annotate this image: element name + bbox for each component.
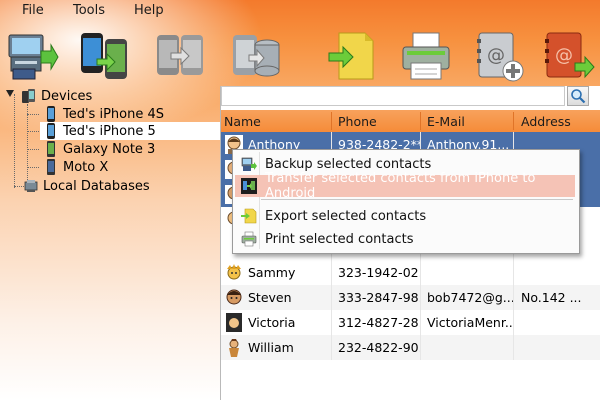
android-phone-icon: [47, 141, 55, 157]
menu-item-transfer-iphone-to-android[interactable]: Transfer selected contacts from iPhone t…: [235, 171, 575, 201]
menu-bar: File Tools Help: [0, 0, 600, 22]
tree-item-label: Galaxy Note 3: [63, 141, 156, 157]
menu-item-label: Export selected contacts: [265, 208, 427, 224]
contact-phone: 232-4822-90...: [338, 340, 420, 355]
column-header-phone[interactable]: Phone: [338, 114, 377, 129]
export-button[interactable]: [324, 28, 380, 84]
search-icon: [571, 89, 586, 104]
print-icon: [241, 231, 257, 247]
tree-item-teds-iphone-5[interactable]: Ted's iPhone 5: [40, 122, 224, 140]
device-tree: Devices Ted's iPhone 4S Ted's iPhone 5 G…: [0, 86, 224, 400]
column-header-name[interactable]: Name: [224, 114, 261, 129]
menu-item-print-selected-contacts[interactable]: Print selected contacts: [235, 228, 575, 250]
iphone-icon: [47, 106, 55, 122]
contact-name: Steven: [248, 290, 292, 305]
tree-item-moto-x[interactable]: Moto X: [44, 158, 108, 176]
column-divider[interactable]: [513, 112, 514, 130]
menu-tools[interactable]: Tools: [73, 3, 105, 18]
contact-avatar-icon: [229, 339, 239, 357]
table-row[interactable]: William 232-4822-90...: [221, 335, 600, 360]
transfer-icon: [241, 178, 257, 194]
print-icon: [402, 32, 450, 80]
add-contact-icon: @: [477, 32, 524, 82]
tree-connector: [14, 186, 24, 187]
transfer-android-to-iphone-icon: [157, 35, 203, 75]
transfer-phone-to-phone-button[interactable]: [76, 28, 132, 84]
devices-icon: [22, 89, 35, 103]
tree-item-local-databases[interactable]: Local Databases: [24, 177, 150, 195]
contact-avatar-icon: [226, 289, 242, 305]
print-button[interactable]: [398, 28, 454, 84]
column-header-email[interactable]: E-Mail: [427, 114, 465, 129]
menu-file[interactable]: File: [22, 3, 44, 18]
menu-item-label: Print selected contacts: [265, 231, 414, 247]
tree-item-label: Ted's iPhone 5: [63, 123, 156, 139]
tree-connector: [27, 149, 39, 150]
contact-address: No.142 ...: [521, 290, 582, 305]
database-icon: [24, 180, 38, 192]
table-row[interactable]: Victoria 312-4827-28... VictoriaMenr...: [221, 310, 600, 335]
contact-phone: 323-1942-02...: [338, 265, 420, 280]
contact-avatar-icon: [226, 313, 242, 332]
contact-phone: 333-2847-98...: [338, 290, 420, 305]
contact-name: Victoria: [248, 315, 296, 330]
export-icon: [241, 208, 257, 224]
table-row[interactable]: Sammy 323-1942-02...: [221, 260, 600, 285]
menu-separator: [261, 199, 573, 200]
transfer-database-icon: [233, 35, 280, 77]
column-divider[interactable]: [420, 112, 421, 130]
contact-phone: 312-4827-28...: [338, 315, 420, 330]
transfer-android-to-iphone-button[interactable]: [152, 28, 208, 84]
tree-item-galaxy-note-3[interactable]: Galaxy Note 3: [44, 140, 155, 158]
collapse-arrow-icon[interactable]: [6, 90, 14, 97]
contact-name: Sammy: [248, 265, 296, 280]
tree-connector: [27, 114, 39, 115]
column-divider[interactable]: [331, 112, 332, 130]
menu-item-label: Backup selected contacts: [265, 156, 432, 172]
add-contact-button[interactable]: @: [470, 28, 526, 84]
search-button[interactable]: [567, 86, 589, 106]
table-row[interactable]: Steven 333-2847-98... bob7472@g... No.14…: [221, 285, 600, 310]
tree-item-label: Ted's iPhone 4S: [63, 106, 164, 122]
transfer-database-button[interactable]: [228, 28, 284, 84]
backup-icon: [241, 157, 257, 171]
svg-text:@: @: [555, 45, 573, 66]
tree-item-label: Moto X: [63, 159, 109, 175]
iphone-icon: [47, 123, 55, 139]
contact-name: William: [248, 340, 294, 355]
menu-item-label: Transfer selected contacts from iPhone t…: [265, 171, 536, 201]
backup-to-computer-icon: [8, 34, 59, 80]
contact-email: VictoriaMenr...: [427, 315, 513, 330]
export-contacts-book-icon: @: [545, 32, 595, 79]
menu-help[interactable]: Help: [134, 3, 164, 18]
tree-item-teds-iphone-4s[interactable]: Ted's iPhone 4S: [44, 105, 164, 123]
svg-text:@: @: [487, 45, 505, 66]
tree-item-devices[interactable]: Devices: [22, 87, 92, 105]
toolbar: @ @: [0, 24, 600, 86]
tree-connector: [14, 94, 15, 188]
backup-to-computer-button[interactable]: [4, 28, 60, 84]
contact-avatar-icon: [227, 264, 241, 280]
column-header-address[interactable]: Address: [521, 114, 571, 129]
tree-connector: [27, 167, 39, 168]
export-contacts-book-button[interactable]: @: [540, 28, 596, 84]
transfer-phone-to-phone-icon: [81, 33, 127, 79]
tree-item-label: Devices: [41, 88, 93, 104]
menu-item-export-selected-contacts[interactable]: Export selected contacts: [235, 205, 575, 227]
tree-item-label: Local Databases: [43, 178, 150, 194]
android-phone-icon: [47, 159, 55, 175]
context-menu: Backup selected contacts Transfer select…: [232, 149, 580, 254]
export-icon: [328, 32, 374, 80]
tree-connector: [27, 104, 28, 184]
search-input[interactable]: [221, 86, 565, 106]
contacts-table-header: Name Phone E-Mail Address: [221, 110, 600, 132]
contact-email: bob7472@g...: [427, 290, 513, 305]
tree-connector: [27, 131, 39, 132]
